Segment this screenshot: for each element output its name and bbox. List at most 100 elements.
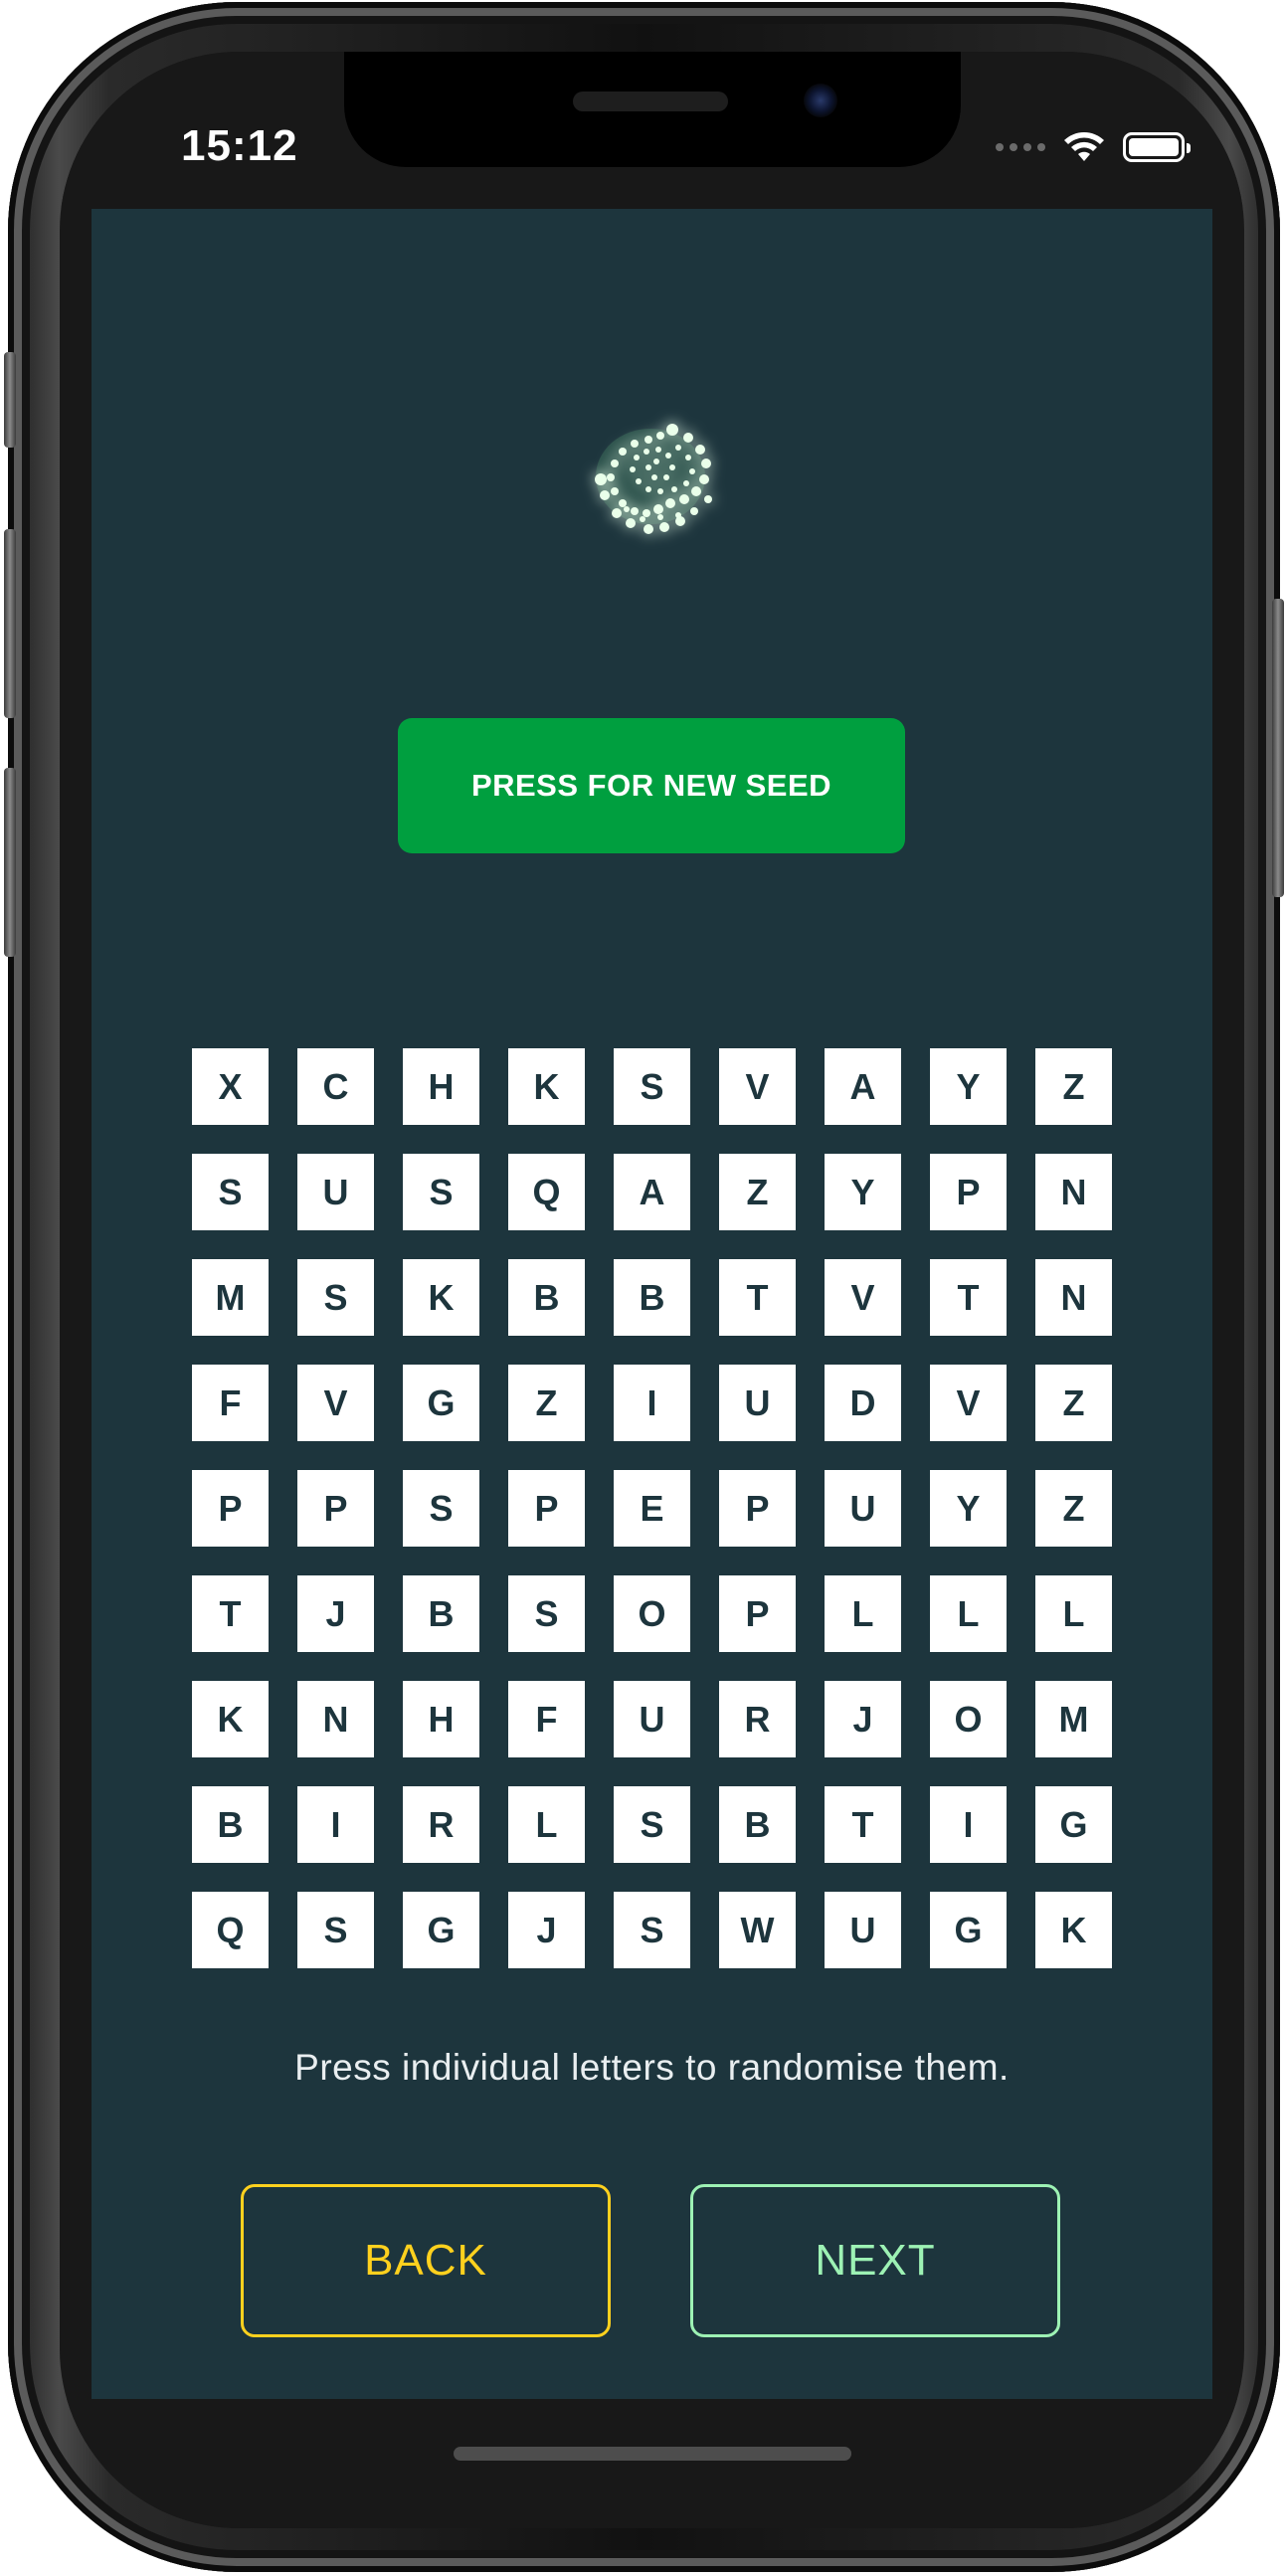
seed-letter-cell[interactable]: G: [403, 1365, 479, 1441]
seed-letter-cell[interactable]: T: [192, 1575, 269, 1652]
next-button[interactable]: NEXT: [690, 2184, 1060, 2337]
seed-letter-cell[interactable]: N: [1035, 1259, 1112, 1336]
seed-letter-cell[interactable]: I: [930, 1786, 1007, 1863]
seed-letter-cell[interactable]: G: [403, 1892, 479, 1968]
front-camera: [804, 84, 837, 117]
seed-letter-cell[interactable]: O: [614, 1575, 690, 1652]
phone-frame: 15:12 PRESS FOR NEW SEED X C H K S V A Y…: [4, 2, 1284, 2572]
seed-letter-cell[interactable]: U: [719, 1365, 796, 1441]
seed-letter-cell[interactable]: K: [1035, 1892, 1112, 1968]
seed-letter-cell[interactable]: Y: [825, 1154, 901, 1230]
seed-letter-cell[interactable]: V: [825, 1259, 901, 1336]
seed-letter-cell[interactable]: D: [825, 1365, 901, 1441]
seed-letter-cell[interactable]: A: [614, 1154, 690, 1230]
seed-letter-cell[interactable]: R: [719, 1681, 796, 1757]
seed-letter-cell[interactable]: B: [614, 1259, 690, 1336]
seed-letter-cell[interactable]: S: [614, 1786, 690, 1863]
seed-letter-cell[interactable]: V: [297, 1365, 374, 1441]
seed-letter-cell[interactable]: B: [508, 1259, 585, 1336]
seed-letter-cell[interactable]: T: [930, 1259, 1007, 1336]
seed-letter-cell[interactable]: Z: [1035, 1365, 1112, 1441]
seed-letter-cell[interactable]: Z: [1035, 1470, 1112, 1547]
seed-letter-cell[interactable]: T: [719, 1259, 796, 1336]
status-time: 15:12: [181, 121, 298, 170]
seed-letter-cell[interactable]: O: [930, 1681, 1007, 1757]
seed-letter-cell[interactable]: S: [297, 1259, 374, 1336]
seed-letter-cell[interactable]: Y: [930, 1470, 1007, 1547]
seed-letter-cell[interactable]: P: [297, 1470, 374, 1547]
seed-letter-cell[interactable]: P: [930, 1154, 1007, 1230]
seed-letter-cell[interactable]: L: [1035, 1575, 1112, 1652]
seed-letter-cell[interactable]: P: [719, 1575, 796, 1652]
wifi-icon: [1064, 132, 1104, 161]
seed-letter-cell[interactable]: X: [192, 1048, 269, 1125]
seed-letter-cell[interactable]: P: [508, 1470, 585, 1547]
seed-letter-cell[interactable]: Z: [508, 1365, 585, 1441]
randomise-hint: Press individual letters to randomise th…: [294, 2047, 1010, 2088]
seed-letter-cell[interactable]: Y: [930, 1048, 1007, 1125]
status-bar: 15:12: [60, 52, 1244, 209]
new-seed-button[interactable]: PRESS FOR NEW SEED: [398, 718, 905, 853]
seed-letter-cell[interactable]: K: [508, 1048, 585, 1125]
seed-letter-cell[interactable]: A: [825, 1048, 901, 1125]
seed-letter-cell[interactable]: M: [192, 1259, 269, 1336]
seed-letter-cell[interactable]: R: [403, 1786, 479, 1863]
seed-letter-cell[interactable]: I: [614, 1365, 690, 1441]
seed-letter-cell[interactable]: S: [508, 1575, 585, 1652]
seed-letter-cell[interactable]: J: [508, 1892, 585, 1968]
seed-letter-cell[interactable]: Z: [1035, 1048, 1112, 1125]
seed-letter-cell[interactable]: S: [192, 1154, 269, 1230]
seed-letter-cell[interactable]: B: [403, 1575, 479, 1652]
volume-down-button: [4, 768, 16, 957]
iota-logo-icon: [595, 424, 712, 534]
seed-letter-cell[interactable]: F: [508, 1681, 585, 1757]
seed-letter-cell[interactable]: T: [825, 1786, 901, 1863]
seed-letter-cell[interactable]: S: [297, 1892, 374, 1968]
phone-display: 15:12 PRESS FOR NEW SEED X C H K S V A Y…: [60, 52, 1244, 2528]
seed-letter-cell[interactable]: F: [192, 1365, 269, 1441]
seed-letter-cell[interactable]: K: [403, 1259, 479, 1336]
seed-letter-cell[interactable]: U: [825, 1470, 901, 1547]
seed-letter-cell[interactable]: G: [1035, 1786, 1112, 1863]
seed-letter-cell[interactable]: B: [719, 1786, 796, 1863]
seed-letter-cell[interactable]: P: [192, 1470, 269, 1547]
seed-letter-cell[interactable]: N: [1035, 1154, 1112, 1230]
seed-letter-cell[interactable]: S: [614, 1892, 690, 1968]
seed-letter-cell[interactable]: B: [192, 1786, 269, 1863]
seed-letter-cell[interactable]: J: [297, 1575, 374, 1652]
seed-letter-cell[interactable]: H: [403, 1681, 479, 1757]
seed-letter-cell[interactable]: Q: [192, 1892, 269, 1968]
seed-letter-cell[interactable]: L: [508, 1786, 585, 1863]
seed-letter-cell[interactable]: J: [825, 1681, 901, 1757]
seed-letter-cell[interactable]: G: [930, 1892, 1007, 1968]
seed-letter-cell[interactable]: U: [297, 1154, 374, 1230]
seed-letter-cell[interactable]: S: [614, 1048, 690, 1125]
seed-letter-grid: XCHKSVAYZSUSQAZYPNMSKBBTVTNFVGZIUDVZPPSP…: [192, 1048, 1112, 1968]
volume-up-button: [4, 529, 16, 718]
seed-generator-screen: PRESS FOR NEW SEED XCHKSVAYZSUSQAZYPNMSK…: [92, 209, 1212, 2399]
home-indicator[interactable]: [454, 2447, 851, 2461]
seed-letter-cell[interactable]: K: [192, 1681, 269, 1757]
seed-letter-cell[interactable]: U: [614, 1681, 690, 1757]
signal-dots-icon: [996, 143, 1045, 151]
seed-letter-cell[interactable]: L: [930, 1575, 1007, 1652]
mute-switch: [4, 352, 16, 448]
seed-letter-cell[interactable]: C: [297, 1048, 374, 1125]
seed-letter-cell[interactable]: P: [719, 1470, 796, 1547]
seed-letter-cell[interactable]: M: [1035, 1681, 1112, 1757]
seed-letter-cell[interactable]: N: [297, 1681, 374, 1757]
seed-letter-cell[interactable]: H: [403, 1048, 479, 1125]
seed-letter-cell[interactable]: V: [930, 1365, 1007, 1441]
seed-letter-cell[interactable]: U: [825, 1892, 901, 1968]
back-button[interactable]: BACK: [241, 2184, 611, 2337]
seed-letter-cell[interactable]: E: [614, 1470, 690, 1547]
battery-icon: [1123, 132, 1191, 162]
seed-letter-cell[interactable]: L: [825, 1575, 901, 1652]
seed-letter-cell[interactable]: Z: [719, 1154, 796, 1230]
seed-letter-cell[interactable]: I: [297, 1786, 374, 1863]
seed-letter-cell[interactable]: W: [719, 1892, 796, 1968]
seed-letter-cell[interactable]: V: [719, 1048, 796, 1125]
seed-letter-cell[interactable]: Q: [508, 1154, 585, 1230]
seed-letter-cell[interactable]: S: [403, 1470, 479, 1547]
seed-letter-cell[interactable]: S: [403, 1154, 479, 1230]
